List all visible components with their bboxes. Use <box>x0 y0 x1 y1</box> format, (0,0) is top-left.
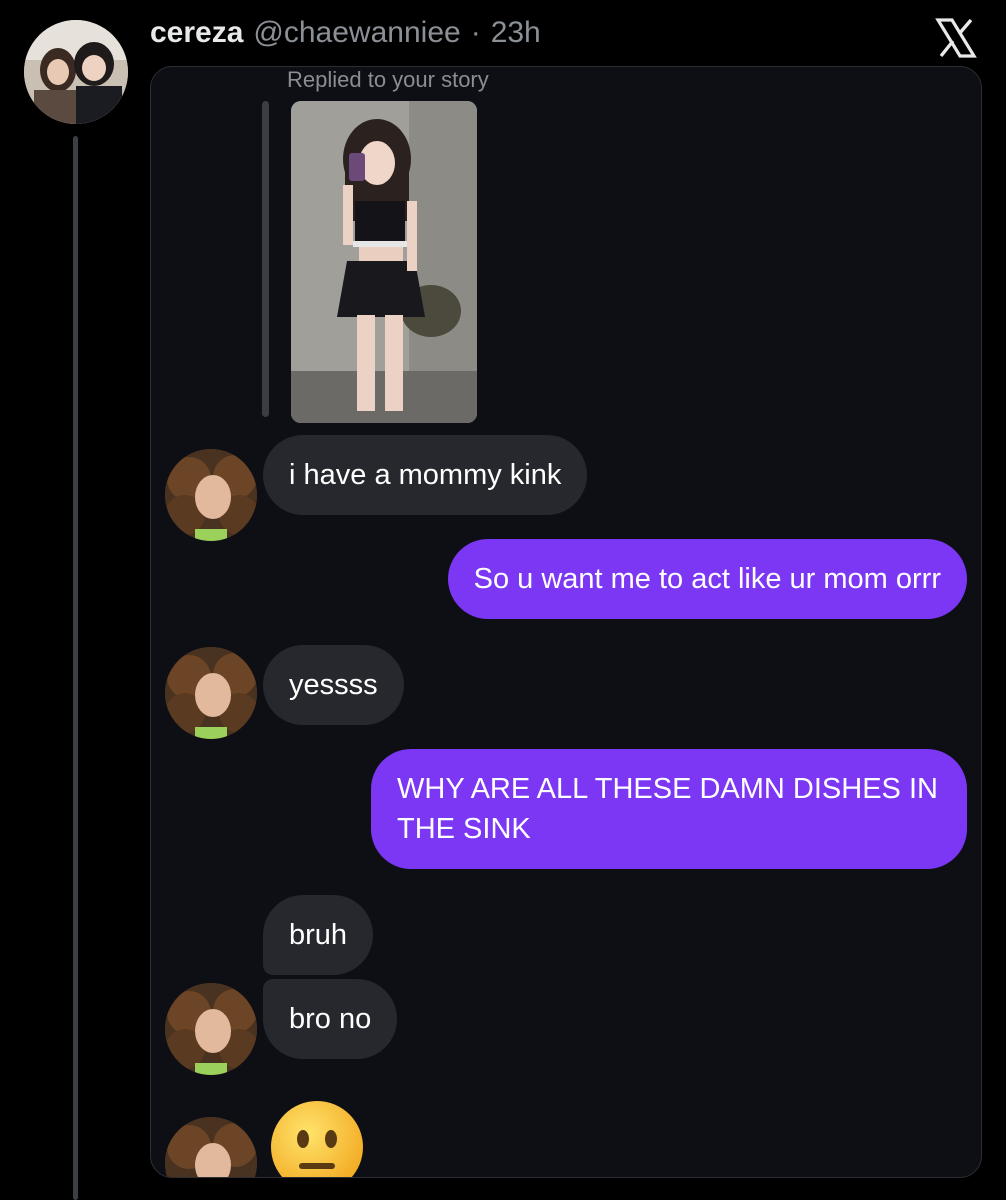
sender-avatar[interactable] <box>165 647 257 739</box>
x-logo-icon <box>935 18 977 58</box>
sender-avatar[interactable] <box>165 1117 257 1177</box>
author-avatar[interactable] <box>24 20 128 124</box>
replied-to-story-label: Replied to your story <box>287 67 489 92</box>
dm-screenshot-image[interactable]: Replied to your story i have a mommy kin… <box>150 66 982 1178</box>
outgoing-message[interactable]: WHY ARE ALL THESE DAMN DISHES IN THE SIN… <box>371 749 967 869</box>
sender-avatar[interactable] <box>165 983 257 1075</box>
incoming-message[interactable]: yessss <box>263 645 404 725</box>
neutral-face-emoji-icon[interactable] <box>269 1099 365 1178</box>
user-handle[interactable]: @chaewanniee <box>253 16 460 50</box>
story-thumbnail <box>291 101 477 423</box>
display-name[interactable]: cereza <box>150 16 243 50</box>
thread-line <box>73 136 78 1200</box>
incoming-message[interactable]: bro no <box>263 979 398 1059</box>
separator-dot: · <box>470 16 481 49</box>
incoming-message[interactable]: bruh <box>263 895 374 975</box>
timestamp[interactable]: 23h <box>491 16 541 50</box>
story-reply-bar <box>262 101 269 417</box>
outgoing-message[interactable]: So u want me to act like ur mom orrr <box>447 539 967 619</box>
tweet-header: cereza @chaewanniee · 23h <box>150 16 541 56</box>
incoming-message[interactable]: i have a mommy kink <box>263 435 588 515</box>
sender-avatar[interactable] <box>165 449 257 541</box>
